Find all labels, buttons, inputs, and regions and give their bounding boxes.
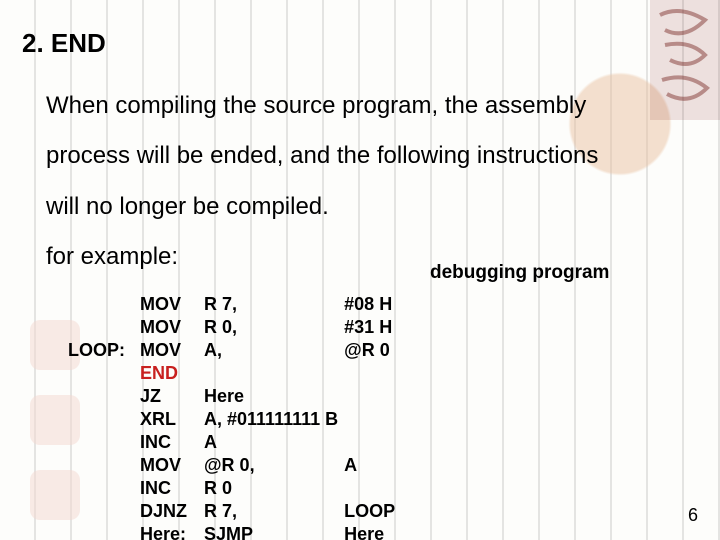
code-op: Here: bbox=[140, 523, 204, 540]
code-table: MOVR 7,#08 HMOVR 0,#31 HLOOP:MOVA,@R 0EN… bbox=[68, 293, 434, 540]
code-arg1: A, bbox=[204, 339, 344, 362]
code-arg1: R 0, bbox=[204, 316, 344, 339]
code-arg1: A bbox=[204, 431, 344, 454]
code-arg1: Here bbox=[204, 385, 344, 408]
code-label bbox=[68, 431, 140, 454]
code-row: LOOP:MOVA,@R 0 bbox=[68, 339, 434, 362]
code-op: INC bbox=[140, 477, 204, 500]
code-label: LOOP: bbox=[68, 339, 140, 362]
section-heading: 2. END bbox=[22, 28, 698, 59]
code-label bbox=[68, 385, 140, 408]
para-line-2: process will be ended, and the following… bbox=[46, 131, 698, 181]
code-arg1: @R 0, bbox=[204, 454, 344, 477]
para-line-3: will no longer be compiled. bbox=[46, 182, 698, 232]
code-arg2: #31 H bbox=[344, 316, 434, 339]
code-arg2 bbox=[344, 408, 434, 431]
code-row: MOV@R 0,A bbox=[68, 454, 434, 477]
code-row: INCR 0 bbox=[68, 477, 434, 500]
para-line-1: When compiling the source program, the a… bbox=[46, 92, 586, 119]
code-label bbox=[68, 477, 140, 500]
code-arg1: SJMP bbox=[204, 523, 344, 540]
code-arg1: A, #011111111 B bbox=[204, 408, 344, 431]
code-label bbox=[68, 454, 140, 477]
code-row: Here:SJMPHere bbox=[68, 523, 434, 540]
code-arg2 bbox=[344, 431, 434, 454]
code-block: MOVR 7,#08 HMOVR 0,#31 HLOOP:MOVA,@R 0EN… bbox=[68, 293, 698, 540]
code-label bbox=[68, 316, 140, 339]
code-row: INCA bbox=[68, 431, 434, 454]
code-row: JZHere bbox=[68, 385, 434, 408]
code-label bbox=[68, 293, 140, 316]
code-arg2: @R 0 bbox=[344, 339, 434, 362]
code-row: XRLA, #011111111 B bbox=[68, 408, 434, 431]
code-op: DJNZ bbox=[140, 500, 204, 523]
code-label bbox=[68, 523, 140, 540]
code-arg2: A bbox=[344, 454, 434, 477]
code-arg2: Here bbox=[344, 523, 434, 540]
code-op: MOV bbox=[140, 316, 204, 339]
code-row: DJNZR 7,LOOP bbox=[68, 500, 434, 523]
code-arg2 bbox=[344, 477, 434, 500]
code-arg2 bbox=[344, 362, 434, 385]
code-arg2: LOOP bbox=[344, 500, 434, 523]
description-paragraph: When compiling the source program, the a… bbox=[22, 81, 698, 283]
code-row: MOVR 7,#08 H bbox=[68, 293, 434, 316]
code-arg1: R 0 bbox=[204, 477, 344, 500]
code-op: XRL bbox=[140, 408, 204, 431]
code-op: MOV bbox=[140, 293, 204, 316]
code-label bbox=[68, 408, 140, 431]
code-op-end: END bbox=[140, 362, 204, 385]
code-op: MOV bbox=[140, 339, 204, 362]
code-label bbox=[68, 362, 140, 385]
code-arg1 bbox=[204, 362, 344, 385]
code-op: JZ bbox=[140, 385, 204, 408]
code-label bbox=[68, 500, 140, 523]
code-row: MOVR 0,#31 H bbox=[68, 316, 434, 339]
code-op: MOV bbox=[140, 454, 204, 477]
code-op: INC bbox=[140, 431, 204, 454]
code-arg1: R 7, bbox=[204, 500, 344, 523]
page-number: 6 bbox=[688, 505, 698, 526]
code-row: END bbox=[68, 362, 434, 385]
annotation-debugging: debugging program bbox=[430, 262, 609, 284]
code-arg1: R 7, bbox=[204, 293, 344, 316]
code-arg2 bbox=[344, 385, 434, 408]
code-arg2: #08 H bbox=[344, 293, 434, 316]
